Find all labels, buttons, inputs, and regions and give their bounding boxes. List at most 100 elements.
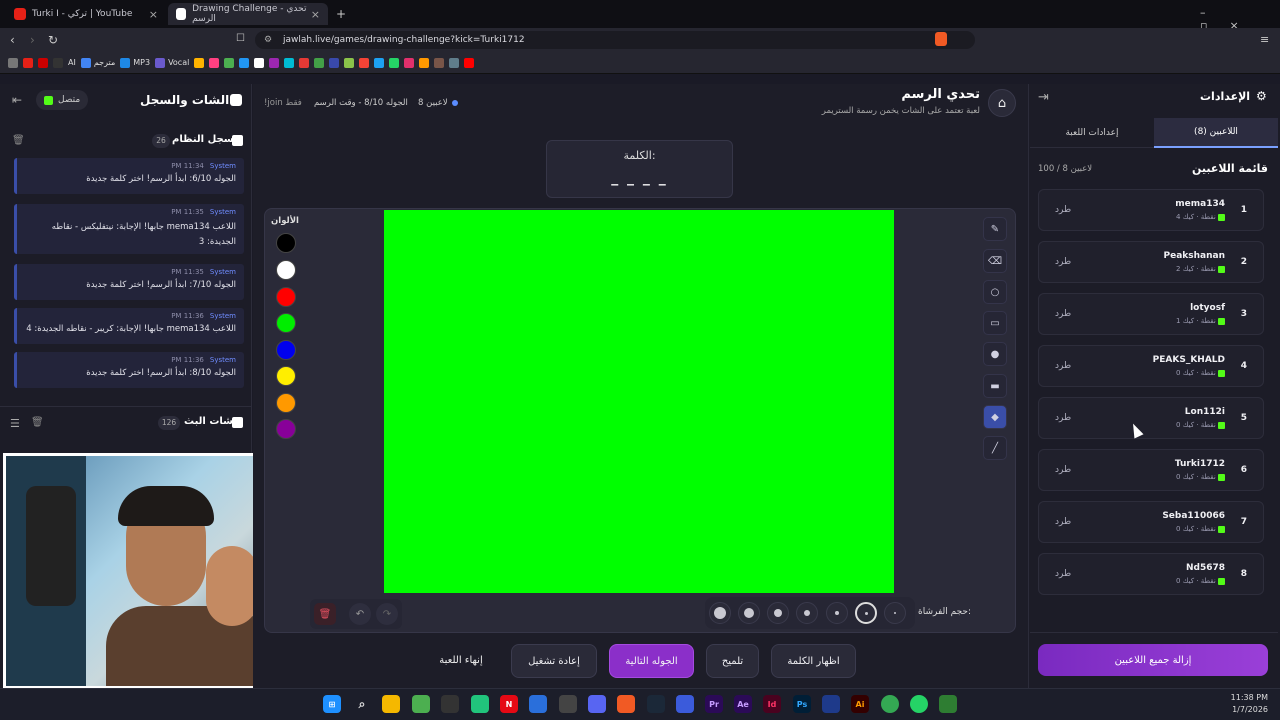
bookmark-vocal[interactable]: Vocal	[155, 57, 189, 68]
bookmark-icon[interactable]	[389, 57, 400, 68]
site-info-icon[interactable]: ⚙	[264, 35, 272, 45]
brave-icon[interactable]	[617, 695, 635, 713]
url-field[interactable]: jawlah.live/games/drawing-challenge?kick…	[255, 31, 975, 49]
bookmark-mp3[interactable]: MP3	[120, 57, 150, 68]
collapse-panel-icon[interactable]: ⇤	[12, 93, 22, 107]
close-tab-icon[interactable]: ×	[149, 8, 158, 21]
color-swatch-blue[interactable]	[276, 340, 296, 360]
clear-canvas-icon[interactable]: 🗑	[314, 603, 336, 625]
bookmark-icon[interactable]	[314, 57, 325, 68]
bookmark-icon[interactable]	[239, 57, 250, 68]
kick-player-button[interactable]: طرد	[1055, 465, 1071, 475]
app-icon[interactable]	[441, 695, 459, 713]
reveal-word-button[interactable]: اظهار الكلمة	[771, 644, 856, 678]
bookmark-icon[interactable]	[464, 57, 475, 68]
premiere-icon[interactable]: Pr	[705, 695, 723, 713]
bookmark-icon[interactable]	[404, 57, 415, 68]
bookmark-icon[interactable]	[359, 57, 370, 68]
bookmark-icon[interactable]	[209, 57, 220, 68]
redo-icon[interactable]: ↷	[376, 603, 398, 625]
app-icon[interactable]	[822, 695, 840, 713]
bookmark-icon[interactable]	[53, 57, 63, 68]
back-icon[interactable]: ‹	[10, 33, 15, 47]
tab-youtube[interactable]: Turki I - تركي | YouTube ×	[6, 3, 166, 25]
new-tab-icon[interactable]: +	[336, 7, 346, 21]
filled-circle-tool-icon[interactable]: ●	[983, 342, 1007, 366]
app-icon[interactable]	[939, 695, 957, 713]
color-swatch-green[interactable]	[276, 313, 296, 333]
trash-icon[interactable]: 🗑	[12, 135, 25, 146]
windows-start-icon[interactable]: ⊞	[323, 695, 341, 713]
after-effects-icon[interactable]: Ae	[734, 695, 752, 713]
bookmark-icon[interactable]	[449, 57, 460, 68]
circle-outline-tool-icon[interactable]: ○	[983, 280, 1007, 304]
steam-icon[interactable]	[647, 695, 665, 713]
bookmark-icon[interactable]	[23, 57, 33, 68]
bookmark-icon[interactable]	[329, 57, 340, 68]
tab-drawing-challenge[interactable]: Drawing Challenge - تحدي الرسم ×	[168, 3, 328, 25]
tab-players[interactable]: اللاعبين (8)	[1154, 118, 1278, 148]
bookmark-icon[interactable]	[299, 57, 310, 68]
kick-player-button[interactable]: طرد	[1055, 569, 1071, 579]
bookmark-icon[interactable]: ☐	[236, 33, 245, 44]
illustrator-icon[interactable]: Ai	[851, 695, 869, 713]
app-icon[interactable]	[471, 695, 489, 713]
kick-player-button[interactable]: طرد	[1055, 205, 1071, 215]
next-round-button[interactable]: الجوله التالية	[609, 644, 694, 678]
discord-icon[interactable]	[588, 695, 606, 713]
bookmark-icon[interactable]	[38, 57, 48, 68]
pencil-tool-icon[interactable]: ✎	[983, 217, 1007, 241]
tab-game-settings[interactable]: إعدادات اللعبة	[1030, 118, 1154, 148]
brave-shield-icon[interactable]	[935, 32, 947, 46]
kick-player-button[interactable]: طرد	[1055, 309, 1071, 319]
bookmark-icon[interactable]	[284, 57, 295, 68]
kick-player-button[interactable]: طرد	[1055, 361, 1071, 371]
restart-button[interactable]: إعادة تشغيل	[511, 644, 597, 678]
hint-button[interactable]: تلميح	[706, 644, 759, 678]
kick-player-button[interactable]: طرد	[1055, 257, 1071, 267]
epic-games-icon[interactable]	[559, 695, 577, 713]
brush-size-option[interactable]	[884, 602, 906, 624]
bookmark-icon[interactable]	[269, 57, 280, 68]
rectangle-outline-tool-icon[interactable]: ▭	[983, 311, 1007, 335]
whatsapp-icon[interactable]	[910, 695, 928, 713]
home-icon[interactable]: ⌂	[988, 89, 1016, 117]
minecraft-icon[interactable]	[412, 695, 430, 713]
eraser-tool-icon[interactable]: ⌫	[983, 249, 1007, 273]
brush-size-option[interactable]	[826, 602, 848, 624]
end-game-button[interactable]: إنهاء اللعبة	[420, 655, 502, 666]
line-tool-icon[interactable]: ╱	[983, 436, 1007, 460]
brush-size-option[interactable]	[767, 602, 789, 624]
bookmark-icon[interactable]	[224, 57, 235, 68]
color-swatch-black[interactable]	[276, 233, 296, 253]
file-explorer-icon[interactable]	[382, 695, 400, 713]
netflix-icon[interactable]: N	[500, 695, 518, 713]
brush-size-option-selected[interactable]	[855, 602, 877, 624]
reload-icon[interactable]: ↻	[48, 33, 58, 47]
kick-player-button[interactable]: طرد	[1055, 517, 1071, 527]
filter-icon[interactable]: ☰	[10, 417, 20, 430]
color-swatch-purple[interactable]	[276, 419, 296, 439]
color-swatch-red[interactable]	[276, 287, 296, 307]
bookmark-icon[interactable]	[419, 57, 430, 68]
bookmark-icon[interactable]	[374, 57, 385, 68]
brush-size-option[interactable]	[796, 602, 818, 624]
bookmark-ai[interactable]: AI	[68, 58, 76, 67]
kick-player-button[interactable]: طرد	[1055, 413, 1071, 423]
color-swatch-orange[interactable]	[276, 393, 296, 413]
app-icon[interactable]	[676, 695, 694, 713]
bookmark-translate[interactable]: مترجم	[80, 57, 115, 68]
apps-icon[interactable]	[8, 57, 18, 68]
menu-icon[interactable]: ≡	[1260, 33, 1269, 46]
bookmark-icon[interactable]	[434, 57, 445, 68]
brush-size-option[interactable]	[709, 602, 731, 624]
filled-rectangle-tool-icon[interactable]: ▬	[983, 374, 1007, 398]
forward-icon[interactable]: ›	[30, 33, 35, 47]
color-swatch-white[interactable]	[276, 260, 296, 280]
remove-all-players-button[interactable]: إزالة جميع اللاعبين	[1038, 644, 1268, 676]
bookmark-icon[interactable]	[194, 57, 205, 68]
collapse-panel-icon[interactable]: ⇥	[1038, 90, 1049, 105]
trash-icon[interactable]: 🗑	[31, 417, 44, 428]
indesign-icon[interactable]: Id	[763, 695, 781, 713]
undo-icon[interactable]: ↶	[349, 603, 371, 625]
